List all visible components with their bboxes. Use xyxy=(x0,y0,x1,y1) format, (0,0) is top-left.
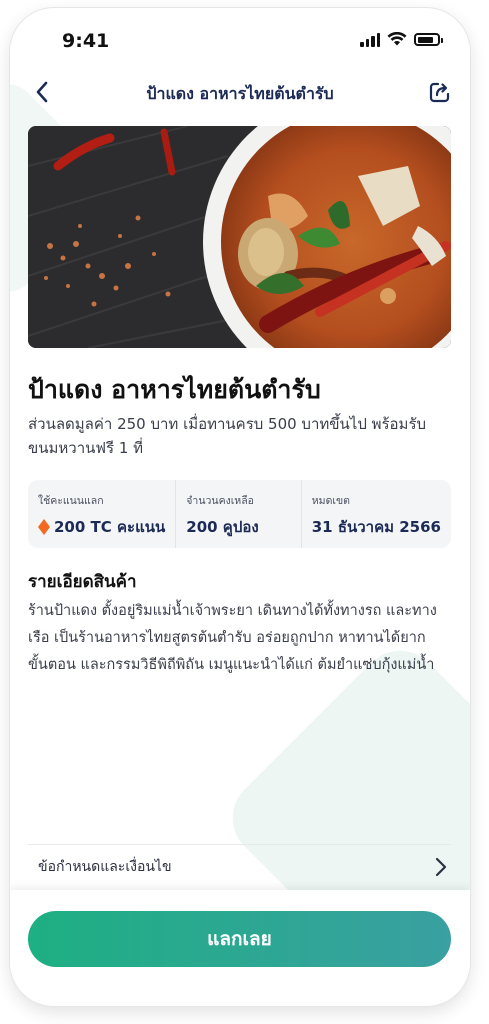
redeem-button[interactable]: แลกเลย xyxy=(28,911,451,967)
share-icon xyxy=(429,82,450,103)
phone-frame: 9:41 ป้าแดง อาหารไทยต้นตำรับ ป้าแดง อาหา… xyxy=(10,8,470,1006)
signal-icon xyxy=(360,32,380,47)
points-value: 200 TC คะแนน xyxy=(54,518,166,536)
product-subtitle: ส่วนลดมูลค่า 250 บาท เมื่อทานครบ 500 บาท… xyxy=(28,415,427,457)
expiry-label: หมดเขต xyxy=(311,495,350,507)
terms-row[interactable]: ข้อกำหนดและเงื่อนไข xyxy=(28,844,451,888)
nav-bar: ป้าแดง อาหารไทยต้นตำรับ xyxy=(10,66,470,118)
status-bar: 9:41 xyxy=(10,8,470,66)
battery-icon xyxy=(414,33,443,46)
points-label: ใช้คะแนนแลก xyxy=(38,495,104,507)
product-title: ป้าแดง อาหารไทยต้นตำรับ xyxy=(28,375,321,404)
terms-label: ข้อกำหนดและเงื่อนไข xyxy=(38,858,172,875)
points-value-row: 200 TC คะแนน xyxy=(38,515,165,539)
remaining-cell: จำนวนคงเหลือ 200 คูปอง xyxy=(175,480,300,548)
points-cell: ใช้คะแนนแลก 200 TC คะแนน xyxy=(28,480,175,548)
remaining-label: จำนวนคงเหลือ xyxy=(186,495,254,507)
status-icons xyxy=(360,32,443,47)
status-time: 9:41 xyxy=(62,30,110,52)
details-body: ร้านป้าแดง ตั้งอยู่ริมแม่น้ำเจ้าพระยา เด… xyxy=(28,603,437,673)
expiry-cell: หมดเขต 31 ธันวาคม 2566 xyxy=(300,480,451,548)
diamond-icon xyxy=(38,519,50,535)
wifi-icon xyxy=(387,32,407,46)
share-button[interactable] xyxy=(426,78,454,106)
chevron-right-icon xyxy=(435,857,447,876)
info-box: ใช้คะแนนแลก 200 TC คะแนน จำนวนคงเหลือ 20… xyxy=(28,480,451,548)
chevron-left-icon xyxy=(36,81,48,103)
remaining-value: 200 คูปอง xyxy=(186,518,259,536)
details-title: รายเอียดสินค้า xyxy=(28,572,137,592)
nav-title: ป้าแดง อาหารไทยต้นตำรับ xyxy=(146,84,334,103)
expiry-value: 31 ธันวาคม 2566 xyxy=(311,518,441,536)
footer-bar: แลกเลย xyxy=(10,890,470,1006)
back-button[interactable] xyxy=(28,78,56,106)
product-image xyxy=(28,126,451,348)
